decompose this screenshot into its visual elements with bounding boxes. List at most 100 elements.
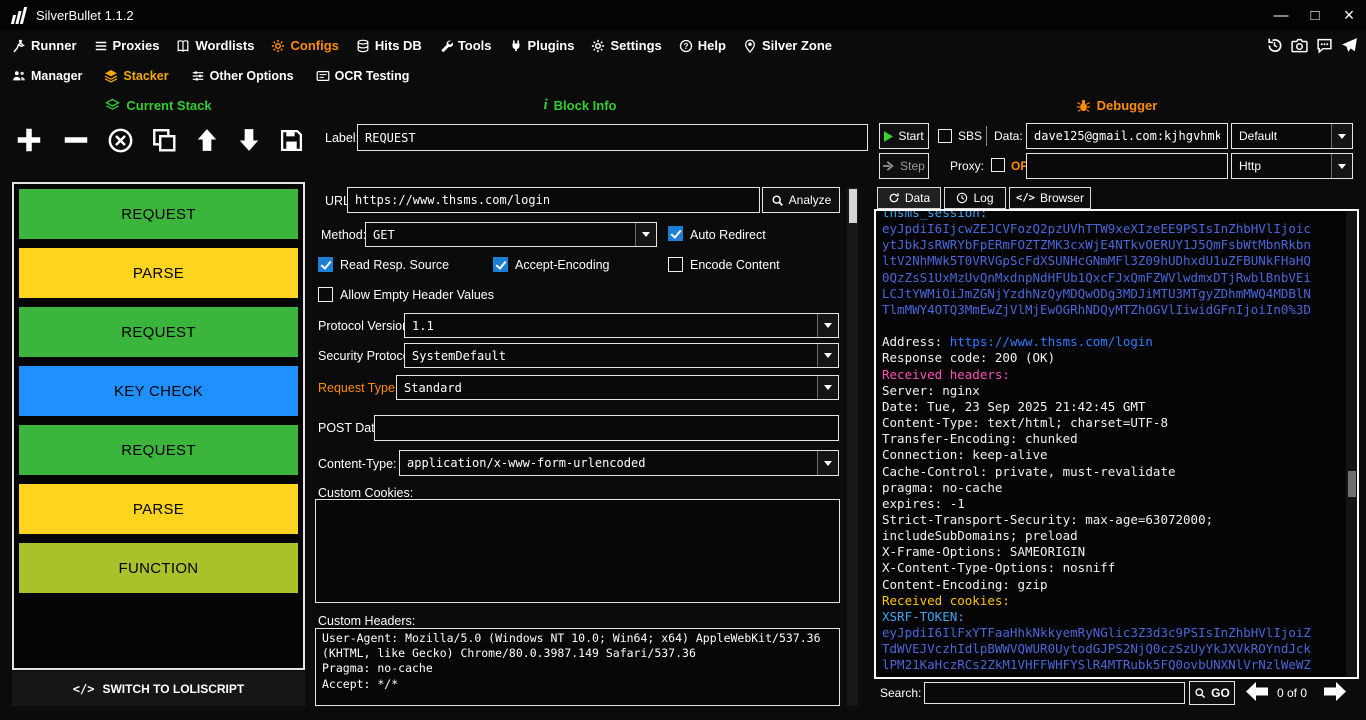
stacker-icon bbox=[104, 69, 118, 83]
menu-item-proxies[interactable]: Proxies bbox=[94, 38, 160, 53]
menu-item-label: Proxies bbox=[113, 38, 160, 53]
accept-encoding-checkbox[interactable] bbox=[493, 257, 508, 272]
stack-list: REQUEST PARSE REQUEST KEY CHECK REQUEST PARSE… bbox=[12, 182, 305, 670]
url-input[interactable] bbox=[347, 187, 760, 213]
log-line bbox=[882, 318, 1344, 334]
menubar-items: Runner Proxies Wordlists Configs Hits DB Tool… bbox=[0, 30, 1366, 61]
menu-item-hits-db[interactable]: Hits DB bbox=[356, 38, 422, 53]
stack-block-request-0[interactable]: REQUEST bbox=[19, 189, 298, 239]
tab-data[interactable]: Data bbox=[877, 187, 941, 209]
menu-item-label: Configs bbox=[290, 38, 338, 53]
menu-item-silver-zone[interactable]: Silver Zone bbox=[743, 38, 832, 53]
security-protocol-dropdown[interactable]: SystemDefault bbox=[404, 343, 839, 368]
analyze-button[interactable]: Analyze bbox=[762, 187, 840, 213]
method-dropdown[interactable]: GET bbox=[365, 222, 657, 247]
submenu-item-manager[interactable]: Manager bbox=[12, 69, 82, 83]
stack-block-request-4[interactable]: REQUEST bbox=[19, 425, 298, 475]
post-data-input[interactable] bbox=[374, 415, 839, 441]
menu-item-label: Runner bbox=[31, 38, 77, 53]
submenu-item-stacker[interactable]: Stacker bbox=[104, 69, 168, 83]
add-block-button[interactable] bbox=[14, 125, 44, 155]
allow-empty-header-checkbox[interactable] bbox=[318, 287, 333, 302]
search-input[interactable] bbox=[924, 682, 1185, 704]
disable-block-button[interactable] bbox=[107, 127, 134, 154]
start-button[interactable]: Start bbox=[879, 123, 929, 149]
search-counter: 0 of 0 bbox=[1277, 686, 1307, 700]
minimize-button[interactable]: — bbox=[1264, 0, 1298, 30]
send-icon[interactable] bbox=[1341, 37, 1358, 54]
stack-block-function-6[interactable]: FUNCTION bbox=[19, 543, 298, 593]
menu-item-plugins[interactable]: Plugins bbox=[509, 38, 575, 53]
tab-browser[interactable]: </> Browser bbox=[1009, 187, 1091, 209]
menu-item-help[interactable]: ?Help bbox=[679, 38, 726, 53]
previous-result-button[interactable] bbox=[1245, 681, 1269, 702]
stack-block-parse-1[interactable]: PARSE bbox=[19, 248, 298, 298]
auto-redirect-label: Auto Redirect bbox=[690, 228, 766, 242]
menu-item-tools[interactable]: Tools bbox=[439, 38, 492, 53]
manager-icon bbox=[12, 69, 26, 83]
menu-item-settings[interactable]: Settings bbox=[591, 38, 661, 53]
chat-icon[interactable] bbox=[1316, 37, 1333, 54]
log-line: Received cookies: bbox=[882, 593, 1344, 609]
block-info-header: i Block Info bbox=[315, 95, 845, 115]
history-icon[interactable] bbox=[1266, 37, 1283, 54]
read-resp-source-label: Read Resp. Source bbox=[340, 258, 449, 272]
sbs-checkbox[interactable] bbox=[938, 129, 952, 143]
scrollbar-thumb[interactable] bbox=[1348, 471, 1356, 497]
move-down-button[interactable] bbox=[236, 127, 262, 153]
proxy-type-dropdown[interactable]: Http bbox=[1231, 153, 1353, 179]
menu-item-configs[interactable]: Configs bbox=[271, 38, 338, 53]
submenu-item-label: Other Options bbox=[210, 69, 294, 83]
next-result-button[interactable] bbox=[1323, 681, 1347, 702]
submenu-item-other-options[interactable]: Other Options bbox=[191, 69, 294, 83]
block-info-scrollbar[interactable] bbox=[847, 187, 858, 706]
stack-block-request-2[interactable]: REQUEST bbox=[19, 307, 298, 357]
clone-block-button[interactable] bbox=[151, 127, 177, 153]
close-button[interactable]: × bbox=[1332, 0, 1366, 30]
wordlist-type-dropdown[interactable]: Default bbox=[1231, 123, 1353, 149]
log-line: includeSubDomains; preload bbox=[882, 528, 1344, 544]
proxy-input[interactable] bbox=[1026, 153, 1228, 179]
camera-icon[interactable] bbox=[1291, 37, 1308, 54]
menu-item-runner[interactable]: Runner bbox=[12, 38, 77, 53]
step-button[interactable]: Step bbox=[879, 153, 929, 179]
current-stack-title: Current Stack bbox=[126, 98, 211, 113]
request-type-dropdown[interactable]: Standard bbox=[396, 375, 839, 400]
custom-cookies-textarea[interactable] bbox=[315, 499, 840, 603]
menu-item-wordlists[interactable]: Wordlists bbox=[176, 38, 254, 53]
stack-block-key-check-3[interactable]: KEY CHECK bbox=[19, 366, 298, 416]
submenu-item-label: OCR Testing bbox=[335, 69, 410, 83]
move-up-button[interactable] bbox=[194, 127, 220, 153]
search-go-button[interactable]: GO bbox=[1189, 681, 1235, 705]
debug-data-input[interactable] bbox=[1026, 123, 1228, 149]
encode-content-checkbox[interactable] bbox=[668, 257, 683, 272]
info-icon: i bbox=[543, 97, 547, 114]
log-line: TdWVEJVczhIdlpBWWVQWUR0UytodGJPS2NjQ0czS… bbox=[882, 641, 1344, 657]
switch-to-loliscript-button[interactable]: </> SWITCH TO LOLISCRIPT bbox=[12, 671, 305, 706]
auto-redirect-checkbox[interactable] bbox=[668, 226, 683, 241]
custom-headers-textarea[interactable]: User-Agent: Mozilla/5.0 (Windows NT 10.0… bbox=[315, 628, 840, 706]
chevron-down-icon bbox=[817, 451, 838, 475]
refresh-icon bbox=[888, 192, 900, 204]
window-title: SilverBullet 1.1.2 bbox=[36, 8, 134, 23]
log-output[interactable]: thsms_session:eyJpdiI6IjcwZEJCVFozQ2pzUV… bbox=[882, 209, 1344, 674]
scrollbar-thumb[interactable] bbox=[849, 189, 857, 223]
code-icon: </> bbox=[73, 682, 95, 696]
protocol-version-dropdown[interactable]: 1.1 bbox=[404, 313, 839, 338]
submenu-item-ocr-testing[interactable]: OCR Testing bbox=[316, 69, 410, 83]
menu-item-label: Wordlists bbox=[195, 38, 254, 53]
save-stack-button[interactable] bbox=[279, 128, 304, 153]
log-scrollbar[interactable] bbox=[1346, 211, 1357, 677]
tab-log[interactable]: Log bbox=[944, 187, 1006, 209]
log-line: Date: Tue, 23 Sep 2025 21:42:45 GMT bbox=[882, 399, 1344, 415]
remove-block-button[interactable] bbox=[61, 125, 91, 155]
read-resp-source-checkbox[interactable] bbox=[318, 257, 333, 272]
current-stack-header: Current Stack bbox=[12, 95, 305, 115]
stack-block-parse-5[interactable]: PARSE bbox=[19, 484, 298, 534]
header-line: (KHTML, like Gecko) Chrome/80.0.3987.149… bbox=[322, 646, 833, 661]
label-input[interactable] bbox=[357, 124, 868, 151]
content-type-dropdown[interactable]: application/x-www-form-urlencoded bbox=[399, 450, 839, 476]
clock-icon bbox=[956, 192, 968, 204]
maximize-button[interactable]: □ bbox=[1298, 0, 1332, 30]
proxy-checkbox[interactable] bbox=[991, 158, 1005, 172]
